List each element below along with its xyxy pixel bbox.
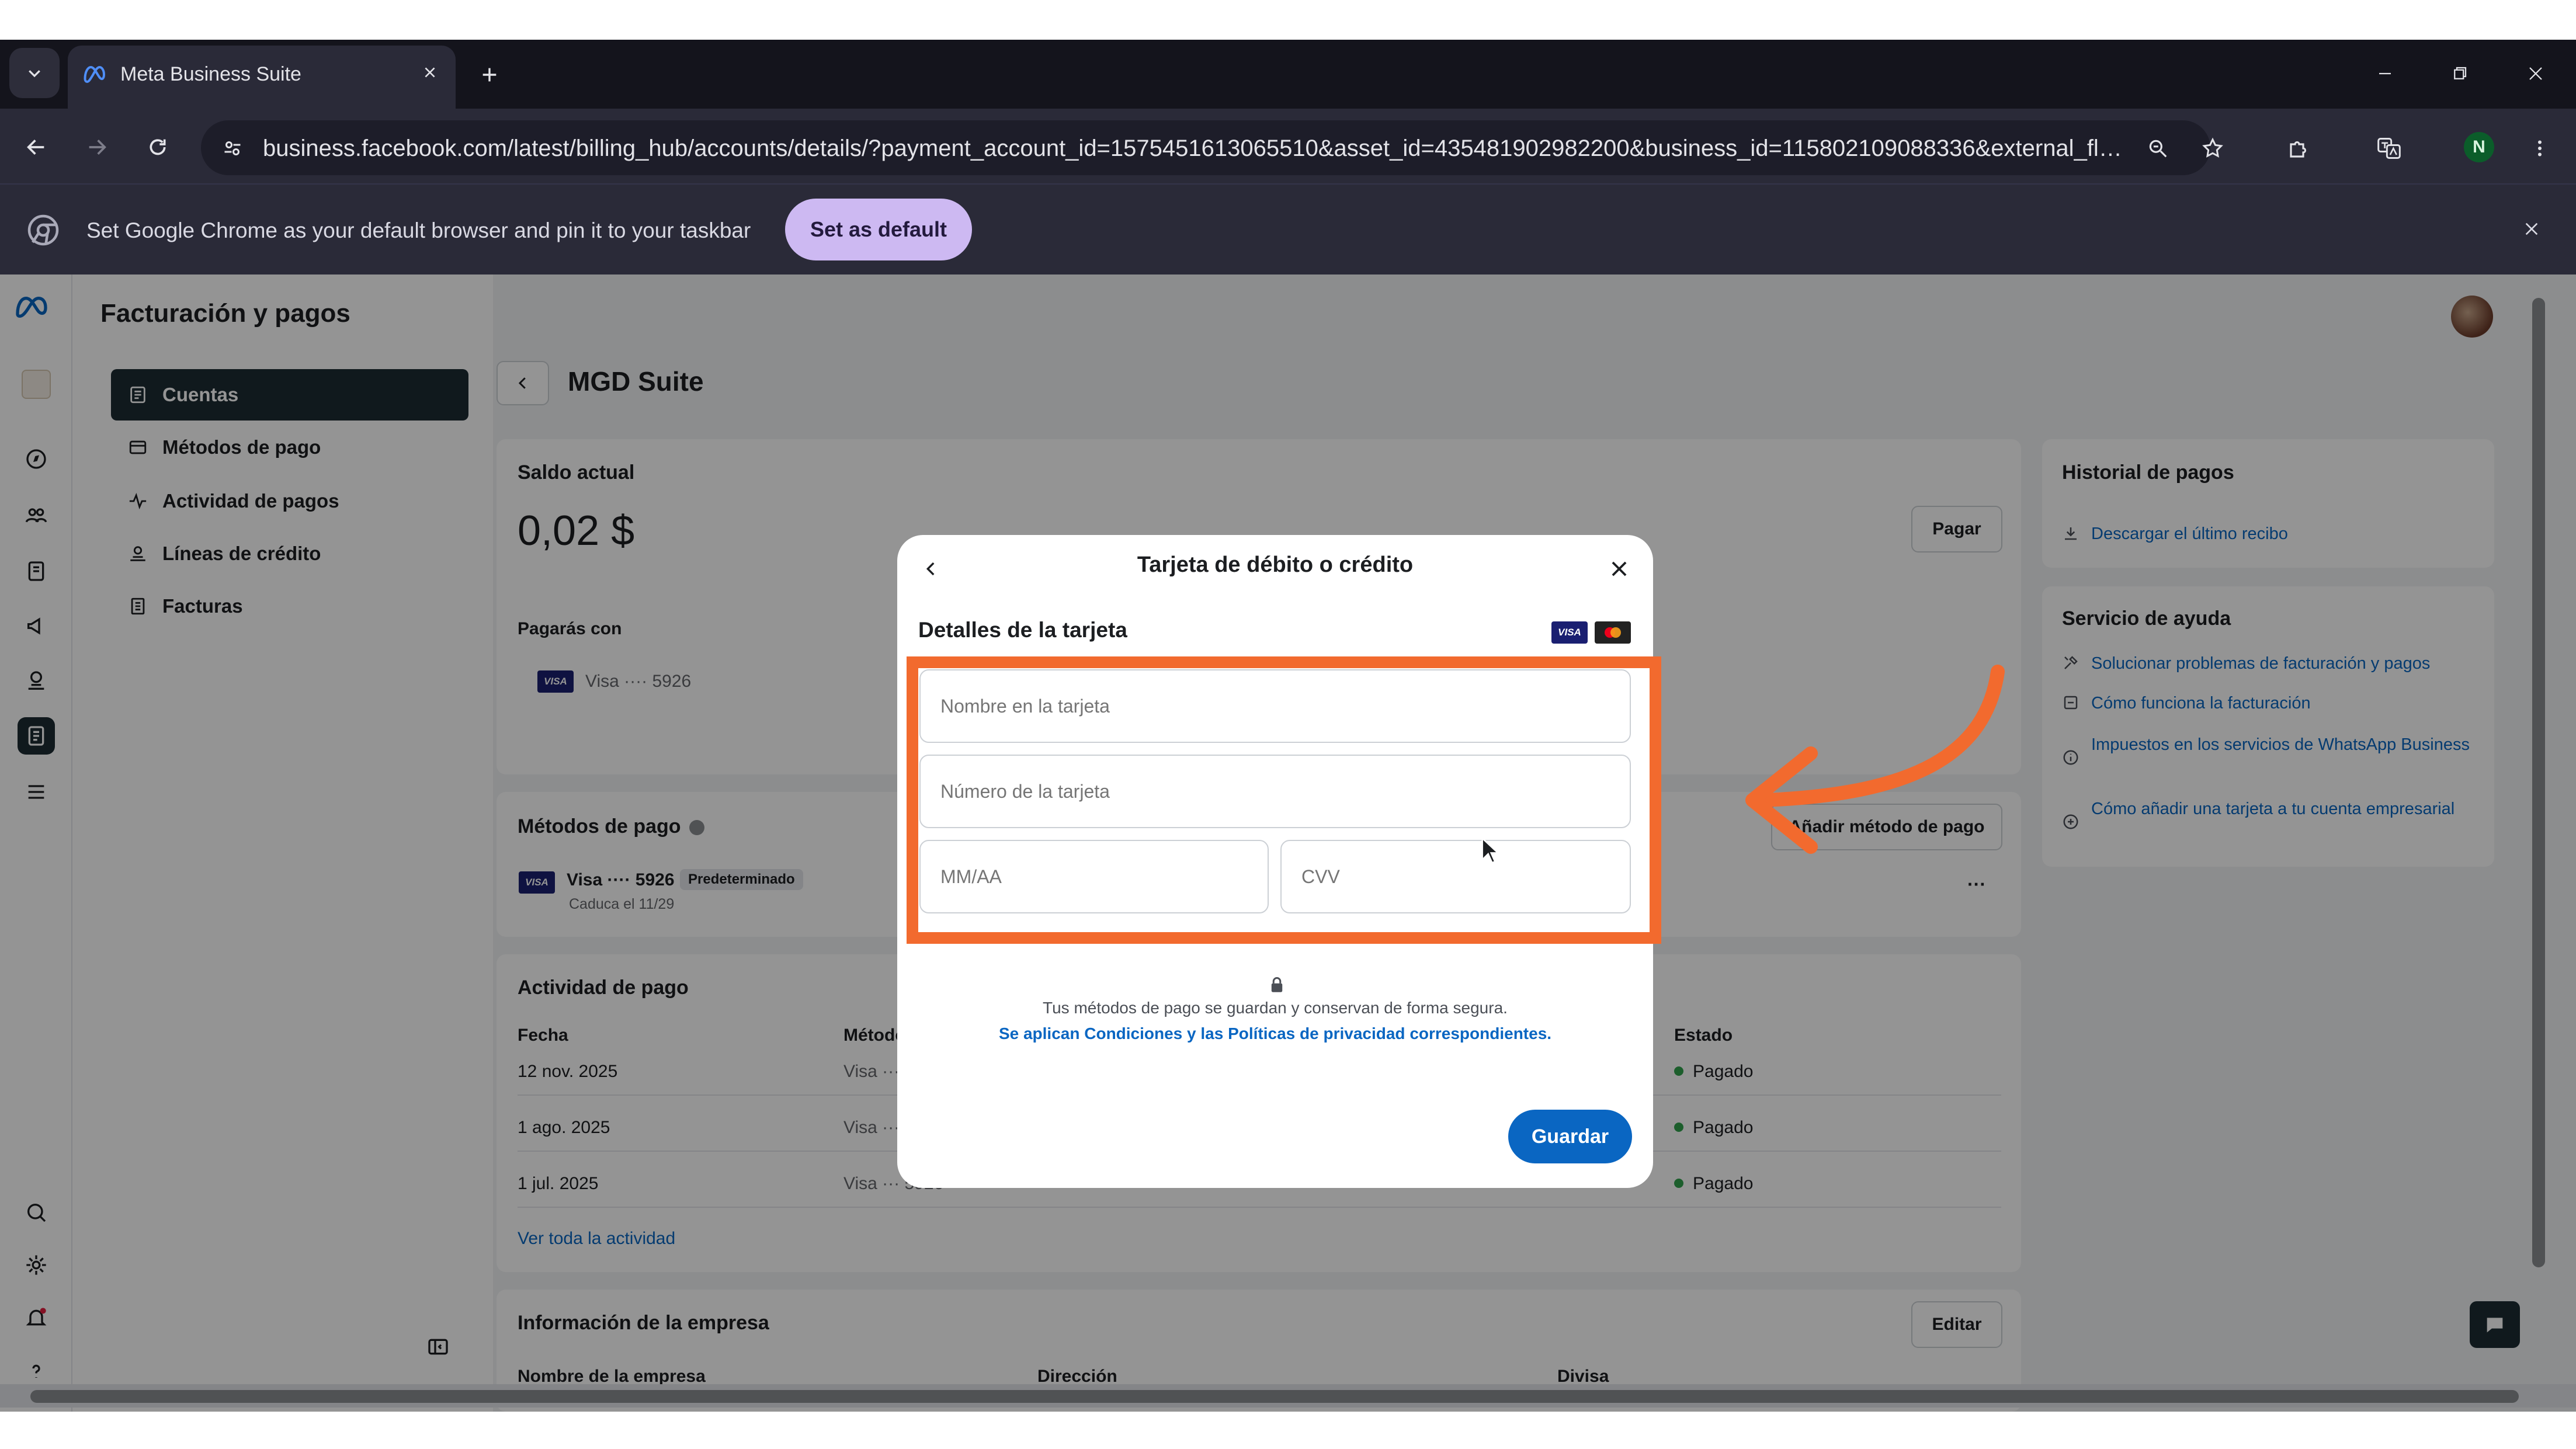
translate-button[interactable] <box>2370 130 2408 167</box>
visa-logo-icon: VISA <box>1551 621 1588 644</box>
reload-icon <box>150 139 166 155</box>
close-icon <box>1612 561 1627 576</box>
star-icon <box>2202 137 2223 158</box>
plus-icon <box>482 68 497 82</box>
dialog-title: Tarjeta de débito o crédito <box>1137 553 1414 577</box>
close-icon <box>2529 67 2542 80</box>
secure-storage-text: Tus métodos de pago se guardan y conserv… <box>1043 999 1508 1017</box>
meta-logo-icon <box>84 65 106 84</box>
dialog-close-button[interactable] <box>1602 551 1637 586</box>
restore-icon <box>2454 67 2467 79</box>
reload-button[interactable] <box>139 128 176 166</box>
restore-button[interactable] <box>2439 56 2480 91</box>
terms-link[interactable]: Se aplican Condiciones y las Políticas d… <box>897 1024 1653 1043</box>
extensions-button[interactable] <box>2280 130 2318 167</box>
new-tab-button[interactable] <box>473 58 506 91</box>
arrow-right-icon <box>89 140 106 155</box>
tune-icon <box>224 141 241 155</box>
more-vertical-icon <box>2538 140 2542 157</box>
highlight-box <box>907 656 1661 944</box>
zoom-icon <box>2149 140 2167 158</box>
tab-title: Meta Business Suite <box>120 63 301 85</box>
tab-close-button[interactable] <box>416 58 444 86</box>
tab-search-button[interactable] <box>9 48 60 98</box>
set-default-button[interactable]: Set as default <box>785 199 972 260</box>
profile-avatar[interactable]: N <box>2464 132 2494 162</box>
browser-menu-button[interactable] <box>2521 130 2558 167</box>
infobar-message: Set Google Chrome as your default browse… <box>86 218 751 242</box>
close-window-button[interactable] <box>2515 56 2556 91</box>
site-info-button[interactable] <box>215 131 250 166</box>
minimize-icon <box>2379 72 2391 75</box>
back-button[interactable] <box>18 128 55 166</box>
infobar-close-button[interactable] <box>2515 213 2548 245</box>
mouse-cursor-icon <box>1481 836 1500 864</box>
arrow-left-icon <box>27 140 44 155</box>
close-icon <box>425 67 435 78</box>
zoom-button[interactable] <box>2140 131 2175 166</box>
mastercard-logo-icon <box>1595 621 1631 644</box>
save-button[interactable]: Guardar <box>1508 1110 1632 1163</box>
chrome-logo-icon <box>27 214 59 246</box>
chevron-down-icon <box>29 70 40 78</box>
close-icon <box>2525 223 2538 235</box>
top-letterbox <box>0 0 2576 40</box>
puzzle-icon <box>2290 141 2307 158</box>
minimize-button[interactable] <box>2365 56 2405 91</box>
url-text[interactable]: business.facebook.com/latest/billing_hub… <box>263 133 2126 164</box>
lock-icon <box>1265 973 1289 996</box>
bookmark-button[interactable] <box>2195 131 2230 166</box>
translate-icon <box>2377 138 2401 159</box>
annotation-arrow-icon <box>1745 665 2005 854</box>
forward-button[interactable] <box>78 128 116 166</box>
bottom-letterbox <box>0 1412 2576 1449</box>
card-details-heading: Detalles de la tarjeta <box>918 618 1127 642</box>
